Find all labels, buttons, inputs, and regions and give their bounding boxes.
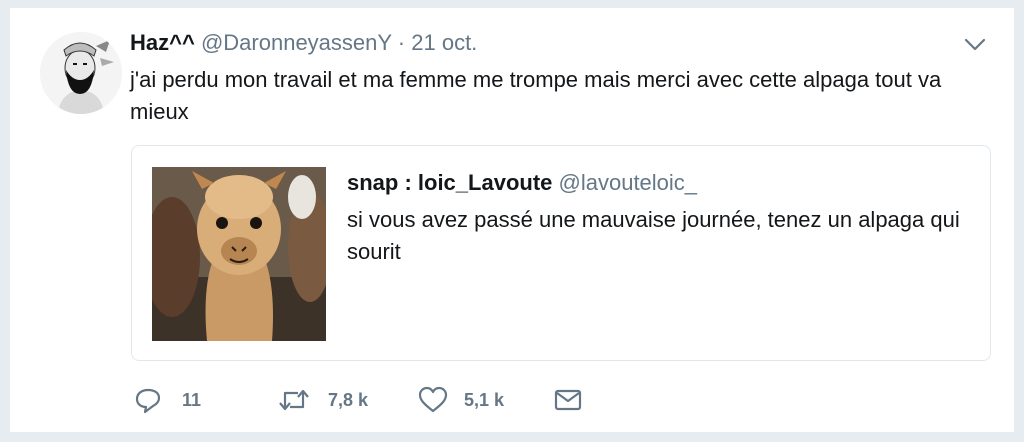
quoted-author-name[interactable]: snap : loic_Lavoute bbox=[347, 170, 552, 195]
retweet-button[interactable]: 7,8 k bbox=[278, 386, 388, 416]
reply-button[interactable]: 11 bbox=[134, 386, 224, 416]
heart-icon bbox=[418, 386, 448, 413]
like-button[interactable]: 5,1 k bbox=[418, 386, 518, 416]
alpaca-image[interactable] bbox=[152, 167, 326, 341]
tweet-card[interactable]: Haz^^ @DaronneyassenY · 21 oct. j'ai per… bbox=[10, 8, 1014, 432]
quoted-text: si vous avez passé une mauvaise journée,… bbox=[347, 207, 960, 264]
retweet-icon bbox=[279, 389, 309, 411]
alpaca-photo-icon bbox=[152, 167, 326, 341]
author-name[interactable]: Haz^^ bbox=[130, 30, 195, 55]
envelope-icon bbox=[554, 389, 582, 411]
quoted-header: snap : loic_Lavoute @lavouteloic_ bbox=[347, 170, 697, 196]
reply-count: 11 bbox=[182, 390, 202, 410]
avatar-illustration-icon bbox=[40, 32, 122, 114]
author-handle[interactable]: @DaronneyassenY bbox=[201, 30, 392, 55]
tweet-header: Haz^^ @DaronneyassenY · 21 oct. bbox=[130, 30, 477, 56]
avatar[interactable] bbox=[40, 32, 122, 114]
like-count: 5,1 k bbox=[464, 390, 505, 410]
tweet-date[interactable]: 21 oct. bbox=[411, 30, 477, 55]
retweet-count: 7,8 k bbox=[328, 390, 369, 410]
tweet-text: j'ai perdu mon travail et ma femme me tr… bbox=[130, 67, 942, 124]
direct-message-button[interactable] bbox=[554, 386, 584, 416]
more-options-button[interactable] bbox=[962, 34, 988, 54]
chevron-down-icon bbox=[964, 38, 986, 51]
separator-dot: · bbox=[397, 30, 406, 55]
quoted-author-handle[interactable]: @lavouteloic_ bbox=[559, 170, 698, 195]
quoted-tweet[interactable]: snap : loic_Lavoute @lavouteloic_ si vou… bbox=[131, 145, 991, 361]
reply-icon bbox=[135, 388, 161, 414]
